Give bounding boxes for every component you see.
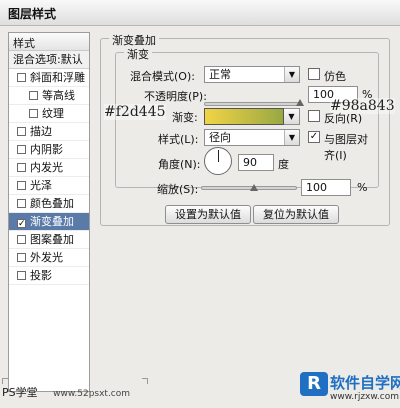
gradient-preview[interactable] <box>204 108 284 125</box>
gradient-picker-dropdown[interactable]: ▼ <box>284 108 300 125</box>
blend-mode-value: 正常 <box>209 68 231 81</box>
chevron-down-icon: ▼ <box>284 130 299 145</box>
style-list-item[interactable]: 颜色叠加 <box>9 195 89 213</box>
style-list-item-label: 斜面和浮雕 <box>30 71 85 84</box>
style-list-item[interactable]: 斜面和浮雕 <box>9 69 89 87</box>
chevron-down-icon: ▼ <box>284 109 299 124</box>
chevron-down-icon: ▼ <box>284 67 299 82</box>
style-checkbox[interactable] <box>17 145 26 154</box>
end-color-annotation: #98a843 <box>330 98 395 114</box>
blend-mode-label: 混合模式(O): <box>130 70 195 83</box>
style-checkbox[interactable] <box>17 253 26 262</box>
style-list-item[interactable]: 纹理 <box>9 105 89 123</box>
style-list-item-label: 图案叠加 <box>30 233 74 246</box>
angle-needle <box>218 150 219 162</box>
gradient-group: 渐变 混合模式(O): 正常 ▼ 仿色 不透明度(P): 100 % 渐变: ▼… <box>115 46 379 188</box>
style-checkbox[interactable] <box>17 73 26 82</box>
style-list-item-label: 等高线 <box>42 89 75 102</box>
start-color-annotation: #f2d445 <box>104 104 166 120</box>
style-list-item[interactable]: 投影 <box>9 267 89 285</box>
style-checkbox[interactable] <box>17 127 26 136</box>
style-list-item-label: 外发光 <box>30 251 63 264</box>
logo-mark: R <box>300 372 328 396</box>
style-label: 样式(L): <box>158 133 199 146</box>
scale-label: 缩放(S): <box>157 183 199 196</box>
logo-url: www.rjzxw.com <box>330 392 399 402</box>
style-list-item[interactable]: 图案叠加 <box>9 231 89 249</box>
site-logo: R 软件自学网 www.rjzxw.com <box>300 368 400 408</box>
style-checkbox[interactable] <box>17 271 26 280</box>
style-checkbox[interactable] <box>17 181 26 190</box>
make-default-button[interactable]: 设置为默认值 <box>165 205 251 224</box>
angle-label: 角度(N): <box>158 158 201 171</box>
style-list-item-label: 颜色叠加 <box>30 197 74 210</box>
style-list: 样式 混合选项:默认 斜面和浮雕等高线纹理描边内阴影内发光光泽颜色叠加 ✓ 渐变叠加… <box>8 32 90 392</box>
style-list-item[interactable]: 等高线 <box>9 87 89 105</box>
ps-watermark-name: PS学堂 <box>2 386 38 399</box>
angle-input[interactable]: 90 <box>238 154 274 171</box>
window-titlebar: 图层样式 <box>0 0 400 26</box>
style-checkbox[interactable] <box>29 109 38 118</box>
style-list-item-label: 渐变叠加 <box>30 215 74 228</box>
style-checkbox[interactable] <box>29 91 38 100</box>
style-value: 径向 <box>209 131 231 144</box>
style-list-item[interactable]: 内阴影 <box>9 141 89 159</box>
opacity-slider[interactable] <box>204 102 300 106</box>
style-list-item-label: 光泽 <box>30 179 52 192</box>
dither-checkbox[interactable] <box>308 68 320 80</box>
scale-unit: % <box>357 181 368 194</box>
style-checkbox[interactable] <box>17 163 26 172</box>
style-list-item[interactable]: 外发光 <box>9 249 89 267</box>
opacity-slider-thumb[interactable] <box>296 99 304 106</box>
corner-mark <box>142 378 148 384</box>
scale-slider-thumb[interactable] <box>249 184 258 191</box>
style-select[interactable]: 径向 ▼ <box>204 129 300 146</box>
style-list-item-label: 内发光 <box>30 161 63 174</box>
style-checkbox[interactable]: ✓ <box>17 219 26 229</box>
style-checkbox[interactable] <box>17 235 26 244</box>
angle-unit: 度 <box>278 158 289 171</box>
gradient-overlay-section: 渐变叠加 渐变 混合模式(O): 正常 ▼ 仿色 不透明度(P): 100 % … <box>100 32 390 226</box>
align-with-layer-label: 与图层对齐(I) <box>324 133 368 162</box>
gradient-label: 渐变: <box>172 111 198 124</box>
reverse-checkbox[interactable] <box>308 110 320 122</box>
reset-default-button[interactable]: 复位为默认值 <box>253 205 339 224</box>
ps-watermark: PS学堂 www.52psxt.com <box>2 384 130 400</box>
opacity-label: 不透明度(P): <box>144 90 207 103</box>
style-list-item-label: 纹理 <box>42 107 64 120</box>
style-list-header: 样式 <box>9 33 89 51</box>
align-with-layer-checkbox[interactable]: ✓ <box>308 131 320 143</box>
style-list-item[interactable]: 描边 <box>9 123 89 141</box>
style-list-item[interactable]: ✓ 渐变叠加 <box>9 213 89 231</box>
style-list-item-label: 投影 <box>30 269 52 282</box>
group-title: 渐变 <box>124 46 152 62</box>
style-checkbox[interactable] <box>17 199 26 208</box>
angle-dial[interactable] <box>204 147 232 175</box>
blend-options-item[interactable]: 混合选项:默认 <box>9 51 89 69</box>
style-list-item-label: 描边 <box>30 125 52 138</box>
style-list-item-label: 内阴影 <box>30 143 63 156</box>
window-title: 图层样式 <box>8 7 57 21</box>
scale-input[interactable]: 100 <box>301 179 351 196</box>
dither-label: 仿色 <box>324 70 346 83</box>
ps-watermark-url: www.52psxt.com <box>53 389 131 399</box>
style-list-item[interactable]: 内发光 <box>9 159 89 177</box>
logo-name: 软件自学网 <box>330 374 400 392</box>
style-list-item[interactable]: 光泽 <box>9 177 89 195</box>
blend-mode-select[interactable]: 正常 ▼ <box>204 66 300 83</box>
